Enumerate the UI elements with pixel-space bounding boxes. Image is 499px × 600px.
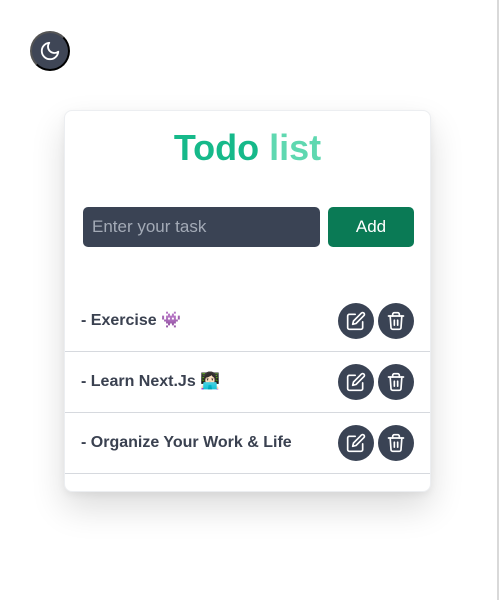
- title-word-1: Todo: [173, 127, 260, 168]
- edit-button[interactable]: [338, 364, 374, 400]
- page: Todo list Add - Exercise 👾: [0, 0, 499, 600]
- trash-icon: [387, 372, 405, 392]
- trash-icon: [387, 311, 405, 331]
- edit-icon: [346, 311, 366, 331]
- delete-button[interactable]: [378, 303, 414, 339]
- task-list: - Exercise 👾: [65, 291, 430, 474]
- task-text: - Organize Your Work & Life: [81, 434, 292, 451]
- task-item: - Learn Next.Js 👩🏻‍💻: [65, 352, 430, 413]
- trash-icon: [387, 433, 405, 453]
- task-actions: [338, 364, 414, 400]
- todo-card: Todo list Add - Exercise 👾: [64, 110, 431, 492]
- edit-icon: [346, 372, 366, 392]
- task-actions: [338, 425, 414, 461]
- delete-button[interactable]: [378, 425, 414, 461]
- delete-button[interactable]: [378, 364, 414, 400]
- moon-icon: [40, 41, 60, 61]
- task-item: - Organize Your Work & Life: [65, 413, 430, 474]
- task-actions: [338, 303, 414, 339]
- edit-button[interactable]: [338, 303, 374, 339]
- theme-toggle-button[interactable]: [30, 31, 70, 71]
- task-text: - Exercise 👾: [81, 312, 181, 329]
- task-item: - Exercise 👾: [65, 291, 430, 352]
- task-text: - Learn Next.Js 👩🏻‍💻: [81, 373, 221, 390]
- edit-button[interactable]: [338, 425, 374, 461]
- title-word-2: list: [269, 127, 322, 168]
- add-button[interactable]: Add: [328, 207, 414, 247]
- task-input[interactable]: [83, 207, 320, 247]
- edit-icon: [346, 433, 366, 453]
- page-title: Todo list: [65, 127, 430, 169]
